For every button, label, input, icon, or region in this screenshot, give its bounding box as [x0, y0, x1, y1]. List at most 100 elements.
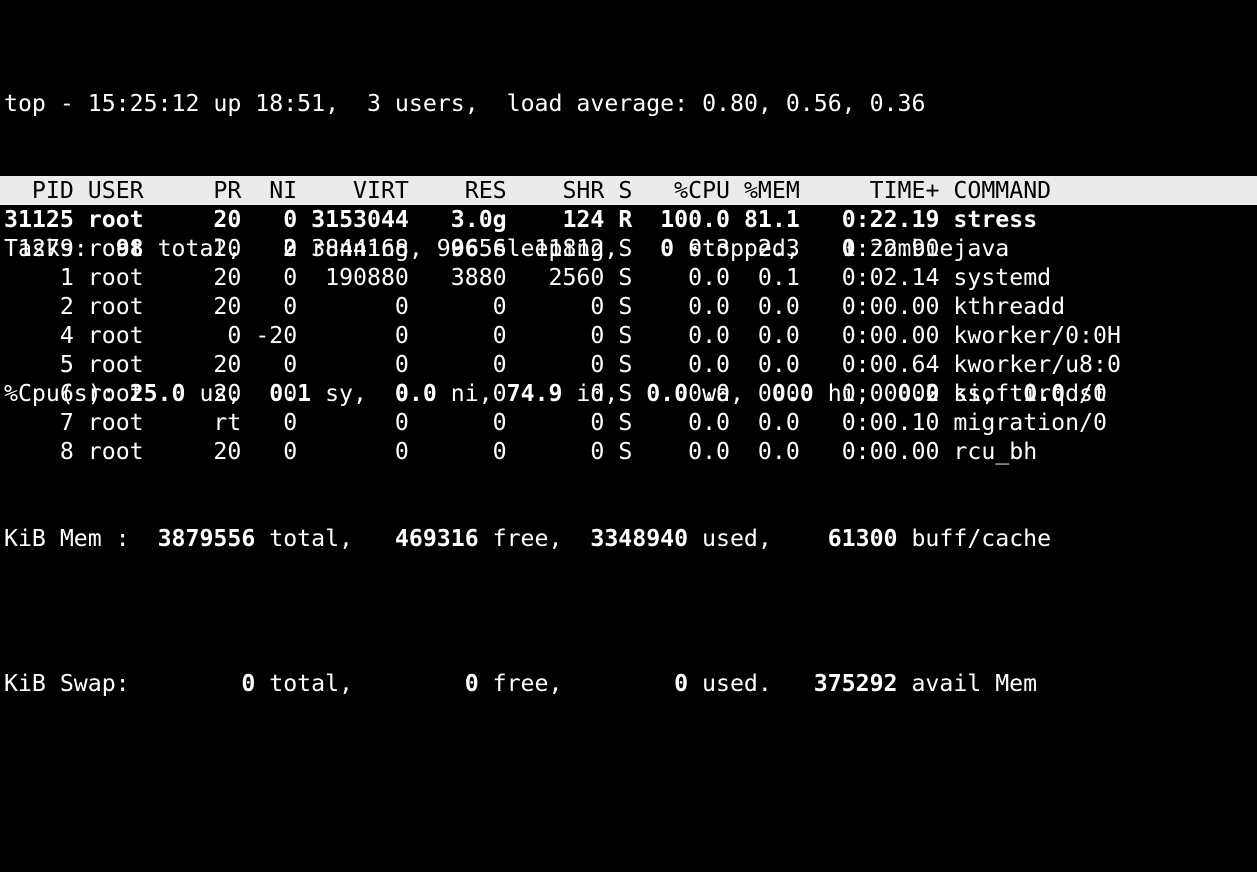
process-virt: 0	[297, 409, 409, 436]
process-mem: 81.1	[730, 206, 800, 233]
process-shr: 124	[506, 206, 605, 233]
process-cpu: 0.0	[632, 351, 731, 378]
process-cpu: 0.0	[632, 409, 731, 436]
column-spacer	[939, 409, 953, 436]
process-mem: 0.0	[730, 322, 800, 349]
header-cells: PID USER PR NI VIRT RES SHR S %CPU %MEM …	[4, 176, 1149, 205]
column-spacer	[74, 438, 88, 465]
process-pid: 31125	[4, 206, 74, 233]
process-pid: 7	[4, 409, 74, 436]
column-header-command: COMMAND	[953, 177, 1149, 204]
process-shr: 0	[506, 351, 605, 378]
process-res: 0	[408, 293, 507, 320]
process-user: root	[87, 322, 200, 349]
process-row: 2 root 20 0 0 0 0 S 0.0 0.0 0:00.00 kthr…	[4, 292, 1149, 321]
process-user: root	[87, 293, 200, 320]
process-virt: 0	[297, 351, 409, 378]
process-pr: 20	[199, 380, 242, 407]
process-shr: 0	[506, 322, 605, 349]
process-pid: 4	[4, 322, 74, 349]
process-cpu: 0.0	[632, 264, 731, 291]
column-spacer	[939, 438, 953, 465]
process-pr: 20	[199, 206, 242, 233]
process-pid: 2	[4, 293, 74, 320]
process-virt: 0	[297, 293, 409, 320]
process-pr: 20	[199, 293, 242, 320]
process-mem: 0.0	[730, 409, 800, 436]
process-shr: 0	[506, 380, 605, 407]
process-command: stress	[953, 206, 1149, 233]
process-s: S	[604, 438, 633, 465]
swap-free-label: free,	[478, 670, 675, 697]
process-s: R	[604, 206, 633, 233]
process-mem: 0.0	[730, 293, 800, 320]
memory-used-label: used,	[688, 525, 828, 552]
memory-total-label: total,	[255, 525, 395, 552]
separator: ,	[757, 90, 786, 117]
process-ni: 0	[241, 409, 298, 436]
process-mem: 0.0	[730, 380, 800, 407]
swap-avail-mem: 375292	[813, 670, 898, 697]
process-res: 0	[408, 380, 507, 407]
load-5min: 0.56	[785, 90, 842, 117]
process-cpu: 0.0	[632, 293, 731, 320]
column-spacer	[74, 293, 88, 320]
column-spacer	[74, 177, 88, 204]
process-time: 0:00.00	[799, 322, 940, 349]
process-res: 0	[408, 322, 507, 349]
column-header-res: RES	[408, 177, 507, 204]
uptime-value: 18:51	[255, 90, 326, 117]
swap-line: KiB Swap: 0 total, 0 free, 0 used. 37529…	[4, 669, 1107, 698]
column-header-pr: PR	[199, 177, 242, 204]
column-spacer	[939, 177, 953, 204]
column-spacer	[939, 206, 953, 233]
column-spacer	[939, 235, 953, 262]
process-command: migration/0	[953, 409, 1149, 436]
process-s: S	[604, 264, 633, 291]
process-pr: 20	[199, 235, 242, 262]
process-mem: 0.1	[730, 264, 800, 291]
memory-buff-cache: 61300	[827, 525, 898, 552]
process-user: root	[87, 235, 200, 262]
memory-buff-cache-label: buff/cache	[897, 525, 1052, 552]
process-table-header: PID USER PR NI VIRT RES SHR S %CPU %MEM …	[0, 176, 1257, 205]
column-spacer	[74, 235, 88, 262]
uptime-prefix: top -	[4, 90, 88, 117]
column-spacer	[74, 409, 88, 436]
process-row: 31125 root 20 0 3153044 3.0g 124 R 100.0…	[4, 205, 1149, 234]
swap-used: 0	[674, 670, 689, 697]
uptime-line: top - 15:25:12 up 18:51, 3 users, load a…	[4, 89, 1107, 118]
column-spacer	[939, 380, 953, 407]
separator: ,	[841, 90, 870, 117]
column-spacer	[74, 351, 88, 378]
column-header-time: TIME+	[799, 177, 940, 204]
process-s: S	[604, 351, 633, 378]
process-res: 3.0g	[408, 206, 507, 233]
load-15min: 0.36	[869, 90, 926, 117]
process-ni: 0	[241, 380, 298, 407]
process-row: 5 root 20 0 0 0 0 S 0.0 0.0 0:00.64 kwor…	[4, 350, 1149, 379]
column-header-cpu: %CPU	[632, 177, 731, 204]
process-shr: 0	[506, 409, 605, 436]
process-time: 0:00.00	[799, 293, 940, 320]
process-row: 1 root 20 0 190880 3880 2560 S 0.0 0.1 0…	[4, 263, 1149, 292]
process-row: 1279 root 20 0 3844168 90656 11812 S 0.3…	[4, 234, 1149, 263]
column-header-virt: VIRT	[297, 177, 409, 204]
load-1min: 0.80	[702, 90, 758, 117]
process-cpu: 0.3	[632, 235, 731, 262]
swap-label: KiB Swap:	[4, 670, 242, 697]
process-cpu: 0.0	[632, 380, 731, 407]
process-pr: 20	[199, 351, 242, 378]
process-pr: 0	[199, 322, 242, 349]
memory-line: KiB Mem : 3879556 total, 469316 free, 33…	[4, 524, 1107, 553]
process-pr: 20	[199, 264, 242, 291]
process-user: root	[87, 409, 200, 436]
column-spacer	[939, 293, 953, 320]
current-time: 15:25:12	[87, 90, 200, 117]
process-s: S	[604, 235, 633, 262]
column-header-ni: NI	[241, 177, 298, 204]
process-time: 0:02.14	[799, 264, 940, 291]
memory-free: 469316	[394, 525, 479, 552]
process-pid: 1	[4, 264, 74, 291]
swap-avail-mem-label: avail Mem	[897, 670, 1038, 697]
